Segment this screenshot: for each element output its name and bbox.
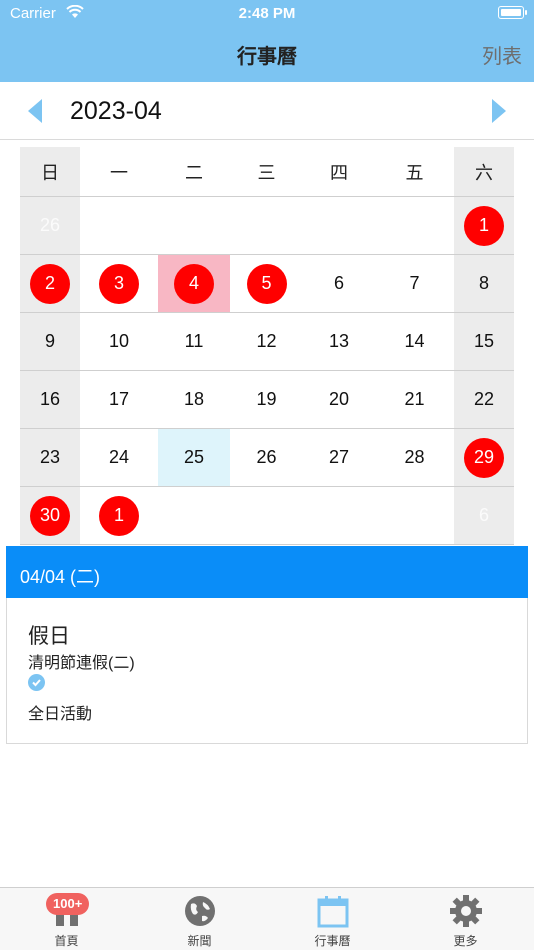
calendar-day[interactable]: 23 [20,429,80,486]
calendar-week-row: 26 1 [20,197,514,255]
calendar-day[interactable]: 1 [80,487,158,544]
holiday-marker: 4 [174,263,214,304]
weekday-label: 四 [330,162,348,183]
calendar-day[interactable]: 30 [20,487,80,544]
tab-news[interactable]: 新聞 [133,888,266,950]
checkmark-icon [28,674,45,691]
calendar-day[interactable]: 13 [303,313,375,370]
holiday-marker: 3 [99,263,139,304]
calendar-day[interactable]: 22 [454,371,514,428]
calendar-day[interactable]: 11 [158,313,230,370]
calendar-day[interactable]: 3 [80,255,158,312]
calendar-day[interactable]: 14 [375,313,454,370]
calendar-week-row: 30 1 6 [20,487,514,545]
calendar-day[interactable]: 16 [20,371,80,428]
calendar-empty-cell [375,487,454,544]
holiday-marker: 1 [99,495,139,536]
calendar-day[interactable]: 4 [158,255,230,312]
tab-label: 行事曆 [314,934,351,948]
event-name: 清明節連假(二) [28,655,135,672]
calendar-day[interactable]: 21 [375,371,454,428]
calendar-day[interactable]: 6 [454,487,514,544]
month-label: 2023-04 [70,97,162,125]
calendar-empty-cell [303,487,375,544]
calendar-day[interactable]: 25 [158,429,230,486]
next-month-arrow-icon[interactable] [488,97,510,125]
weekday-label: 三 [257,162,276,183]
page-title: 行事曆 [237,46,297,68]
calendar-day[interactable]: 1 [454,197,514,254]
event-card[interactable]: 假日 清明節連假(二) 全日活動 [6,598,528,744]
calendar-empty-cell [375,197,454,254]
calendar-day[interactable]: 26 [20,197,80,254]
calendar-empty-cell [80,197,158,254]
weekday-header: 日一二三四五六 [20,147,514,197]
event-category: 假日 [28,625,70,648]
weekday-label: 日 [20,147,80,196]
calendar-day[interactable]: 19 [230,371,303,428]
calendar-week-row: 9 10 11 12 13 14 15 [20,313,514,371]
navigation-bar: Carrier 2:48 PM 行事曆 列表 [0,0,534,82]
tab-calendar[interactable]: 行事曆 [266,888,399,950]
calendar-day[interactable]: 10 [80,313,158,370]
calendar-day[interactable]: 7 [375,255,454,312]
calendar-empty-cell [158,197,230,254]
calendar-day[interactable]: 29 [454,429,514,486]
calendar-day[interactable]: 5 [230,255,303,312]
calendar-day[interactable]: 9 [20,313,80,370]
calendar-empty-cell [303,197,375,254]
calendar-day[interactable]: 24 [80,429,158,486]
holiday-marker: 1 [464,205,504,246]
tab-more[interactable]: 更多 [399,888,532,950]
calendar-day[interactable]: 8 [454,255,514,312]
status-bar: Carrier 2:48 PM [0,0,534,28]
calendar-day[interactable]: 15 [454,313,514,370]
holiday-marker: 5 [246,263,287,304]
selected-date-header: 04/04 (二) [6,546,528,598]
calendar-day[interactable]: 2 [20,255,80,312]
calendar-day[interactable]: 18 [158,371,230,428]
weekday-label: 五 [405,162,424,183]
calendar-week-row: 23 24 25 26 27 28 29 [20,429,514,487]
holiday-marker: 30 [30,495,70,536]
gear-icon [449,895,482,927]
month-header: 2023-04 [0,82,534,140]
calendar-day[interactable]: 6 [303,255,375,312]
calendar-week-row: 16 17 18 19 20 21 22 [20,371,514,429]
calendar-day[interactable]: 12 [230,313,303,370]
calendar-grid: 日一二三四五六 26 1 2 3 4 5 6 7 8 9 10 11 12 13 14 15 16 17 18 19 20… [20,147,514,545]
tab-label: 新聞 [187,934,212,948]
globe-icon [184,896,215,926]
calendar-day[interactable]: 27 [303,429,375,486]
calendar-empty-cell [158,487,230,544]
calendar-empty-cell [230,197,303,254]
tab-bar: 100+ 首頁 新聞 行事曆 更多 [0,887,534,950]
battery-icon [498,6,527,19]
calendar-day[interactable]: 26 [230,429,303,486]
tab-label: 更多 [453,934,478,948]
calendar-empty-cell [230,487,303,544]
calendar-icon [317,896,348,928]
weekday-label: 二 [185,162,203,183]
previous-month-arrow-icon[interactable] [24,97,46,125]
calendar-day[interactable]: 28 [375,429,454,486]
event-allday-label: 全日活動 [28,706,93,723]
holiday-marker: 2 [30,263,70,304]
clock: 2:48 PM [238,5,296,22]
tab-label: 首頁 [54,934,79,948]
calendar-day[interactable]: 17 [80,371,158,428]
weekday-label: 一 [110,162,128,183]
calendar-week-row: 2345678 [20,255,514,313]
calendar-day[interactable]: 20 [303,371,375,428]
list-view-button[interactable]: 列表 [482,40,522,69]
holiday-marker: 29 [464,437,504,478]
weekday-label: 六 [454,147,514,196]
notification-badge: 100+ [46,893,90,915]
tab-home[interactable]: 100+ 首頁 [0,888,133,950]
